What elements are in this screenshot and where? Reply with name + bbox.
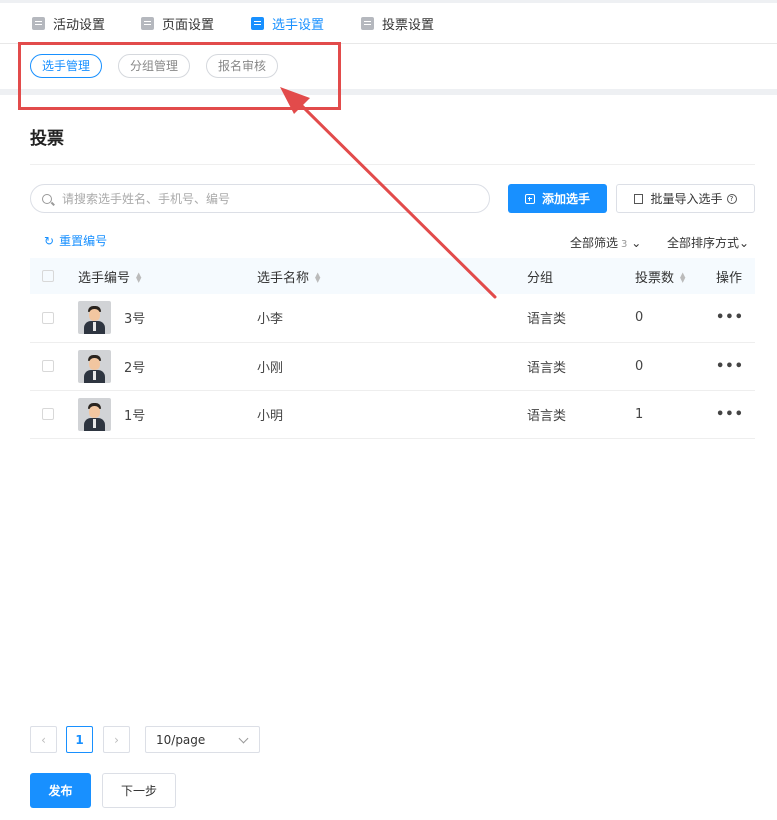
next-step-button[interactable]: 下一步 [102,773,176,808]
chevron-down-icon: ⌄ [739,236,750,250]
more-actions-icon[interactable]: ••• [716,407,744,422]
batch-import-button[interactable]: 批量导入选手 ? [616,184,755,213]
contestant-table: 选手编号 ▲ ▼ 选手名称 ▲ ▼ 分组 投票数 ▲ ▼ 操作 3号 小李 语言类 0 ••… [30,258,755,439]
contestant-number: 1号 [124,408,146,424]
add-contestant-label: 添加选手 [541,192,590,206]
chevron-down-icon: ⌄ [627,236,642,250]
search-box[interactable] [30,184,490,213]
page-size-select[interactable]: 10/page [145,726,260,753]
contestant-group: 语言类 [527,408,567,424]
tab-contestant-settings[interactable]: 选手设置 [251,3,324,43]
sort-icon: ▲ ▼ [680,271,686,284]
header-actions: 操作 [716,270,743,286]
more-actions-icon[interactable]: ••• [716,359,744,374]
avatar [78,349,111,383]
chevron-down-icon [238,733,249,744]
sort-label: 全部排序方式 [667,236,740,250]
sort-dropdown[interactable]: 全部排序方式⌄ [667,234,749,251]
search-icon [42,193,52,204]
title-divider [30,164,755,165]
calendar-icon [32,16,45,30]
contestant-group: 语言类 [527,360,567,376]
tab-label: 活动设置 [53,17,106,33]
sort-icon: ▲ ▼ [315,271,321,284]
tab-vote-settings[interactable]: 投票设置 [361,3,434,43]
reset-number-link[interactable]: ↻ 重置编号 [44,232,107,249]
header-group: 分组 [527,270,554,286]
row-checkbox[interactable] [42,408,54,420]
page-size-value: 10/page [156,732,206,747]
vote-count: 0 [635,310,644,326]
vote-count: 1 [635,406,644,422]
contestant-name: 小李 [257,312,284,328]
edit-icon [634,193,644,204]
page-1-button[interactable]: 1 [66,726,93,753]
avatar [78,301,111,335]
row-checkbox[interactable] [42,311,54,324]
contestant-icon [251,16,264,30]
top-tab-bar: 活动设置 页面设置 选手设置 投票设置 [0,3,777,44]
contestant-group: 语言类 [527,312,567,328]
tab-page-settings[interactable]: 页面设置 [141,3,214,43]
reset-number-label: 重置编号 [59,234,108,248]
row-checkbox[interactable] [42,360,54,372]
table-row: 3号 小李 语言类 0 ••• [30,294,755,342]
batch-import-label: 批量导入选手 [650,192,723,206]
vote-count: 0 [635,358,644,374]
avatar [78,397,111,431]
tab-label: 选手设置 [272,17,325,33]
contestant-name: 小刚 [257,360,284,376]
help-icon: ? [726,193,737,204]
vote-icon [361,16,374,30]
header-number[interactable]: 选手编号 ▲ ▼ [78,258,257,294]
more-actions-icon[interactable]: ••• [716,310,744,325]
tab-label: 页面设置 [162,17,215,33]
contestant-number: 2号 [124,360,146,376]
prev-page-button[interactable]: ‹ [30,726,57,753]
table-header-row: 选手编号 ▲ ▼ 选手名称 ▲ ▼ 分组 投票数 ▲ ▼ 操作 [30,258,755,294]
refresh-icon: ↻ [44,233,55,248]
table-row: 2号 小刚 语言类 0 ••• [30,342,755,390]
annotation-highlight-box [18,42,341,110]
select-all-checkbox[interactable] [42,270,54,282]
header-name[interactable]: 选手名称 ▲ ▼ [257,258,527,294]
table-row: 1号 小明 语言类 1 ••• [30,390,755,438]
tab-activity-settings[interactable]: 活动设置 [32,3,105,43]
page-title: 投票 [30,129,64,149]
tab-label: 投票设置 [382,17,435,33]
next-page-button[interactable]: › [103,726,130,753]
all-filter-dropdown[interactable]: 全部筛选 3 ⌄ [570,234,641,251]
contestant-number: 3号 [124,312,146,328]
filter-label: 全部筛选 [570,236,619,250]
contestant-name: 小明 [257,408,284,424]
publish-button[interactable]: 发布 [30,773,91,808]
header-votes[interactable]: 投票数 ▲ ▼ [635,258,716,294]
plus-square-icon [524,193,535,204]
sort-icon: ▲ ▼ [136,271,142,284]
add-contestant-button[interactable]: 添加选手 [508,184,607,213]
search-input[interactable] [60,190,464,207]
page-icon [141,16,154,30]
